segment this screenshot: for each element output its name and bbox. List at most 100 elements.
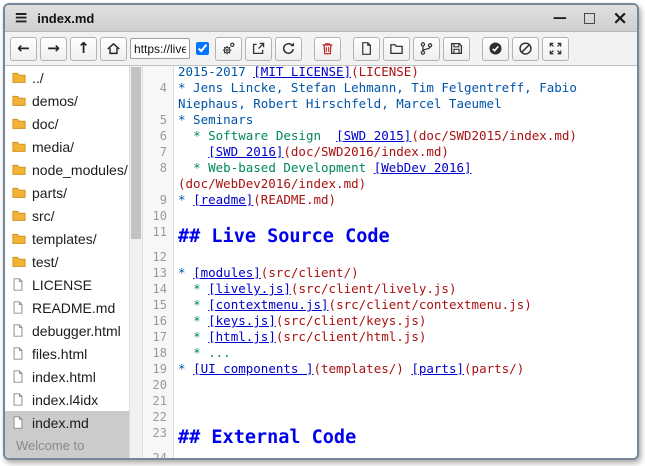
editor-line: 17 * [html.js](src/client/html.js) xyxy=(143,329,637,345)
code-line[interactable] xyxy=(174,208,637,224)
editor-line: 9* [readme](README.md) xyxy=(143,192,637,208)
titlebar[interactable]: ≡ index.md — □ × xyxy=(5,5,637,32)
line-number: 17 xyxy=(143,329,174,345)
url-input[interactable] xyxy=(130,38,190,59)
code-line[interactable]: * Seminars xyxy=(174,112,637,128)
file-name: node_modules/ xyxy=(32,162,128,178)
new-file-button[interactable] xyxy=(353,37,380,61)
delete-button[interactable] xyxy=(314,37,341,61)
line-number: 9 xyxy=(143,192,174,208)
line-number: 21 xyxy=(143,393,174,409)
autoload-checkbox[interactable] xyxy=(196,42,209,55)
back-icon: ← xyxy=(17,41,30,56)
line-number: 22 xyxy=(143,409,174,425)
code-line[interactable] xyxy=(174,450,637,458)
code-line[interactable]: * [lively.js](src/client/lively.js) xyxy=(174,281,637,297)
code-line[interactable] xyxy=(174,377,637,393)
file-name: index.md xyxy=(32,415,89,431)
file-list-item[interactable]: README.md xyxy=(5,296,129,319)
line-number: 11 xyxy=(143,224,174,249)
file-list-item[interactable]: parts/ xyxy=(5,181,129,204)
file-list-item[interactable]: files.html xyxy=(5,342,129,365)
code-line[interactable] xyxy=(174,249,637,265)
file-list-item[interactable]: LICENSE xyxy=(5,273,129,296)
home-button[interactable] xyxy=(100,37,127,61)
file-list-item[interactable]: node_modules/ xyxy=(5,158,129,181)
settings-button[interactable] xyxy=(215,37,242,61)
code-line[interactable] xyxy=(174,409,637,425)
code-line[interactable]: * Web-based Development [WebDev 2016](do… xyxy=(174,160,637,192)
file-list-item[interactable]: demos/ xyxy=(5,89,129,112)
file-name: demos/ xyxy=(32,93,78,109)
editor-line: 23## External Code xyxy=(143,425,637,450)
menu-icon[interactable]: ≡ xyxy=(14,10,28,27)
file-list-item[interactable]: debugger.html xyxy=(5,319,129,342)
code-line[interactable]: * [contextmenu.js](src/client/contextmen… xyxy=(174,297,637,313)
file-list-item[interactable]: test/ xyxy=(5,250,129,273)
line-number: 19 xyxy=(143,361,174,377)
editor-line: 18 * ... xyxy=(143,345,637,361)
code-line[interactable]: * [keys.js](src/client/keys.js) xyxy=(174,313,637,329)
code-line[interactable]: * Jens Lincke, Stefan Lehmann, Tim Felge… xyxy=(174,80,637,112)
code-line[interactable]: * ... xyxy=(174,345,637,361)
back-button[interactable]: ← xyxy=(10,37,37,61)
code-line[interactable]: * [html.js](src/client/html.js) xyxy=(174,329,637,345)
code-line[interactable]: * [modules](src/client/) xyxy=(174,265,637,281)
file-list-item[interactable]: index.md xyxy=(5,411,129,434)
code-line[interactable]: * [readme](README.md) xyxy=(174,192,637,208)
file-name: README.md xyxy=(32,300,115,316)
code-line[interactable]: 2015-2017 [MIT LICENSE](LICENSE) xyxy=(174,66,637,80)
folder-icon xyxy=(11,254,27,270)
close-icon[interactable]: × xyxy=(612,9,628,28)
new-directory-button[interactable] xyxy=(383,37,410,61)
scrollbar-thumb[interactable] xyxy=(131,67,141,239)
line-number: 12 xyxy=(143,249,174,265)
line-number xyxy=(143,66,174,80)
open-in-new-window-button[interactable] xyxy=(245,37,272,61)
file-list-item[interactable]: doc/ xyxy=(5,112,129,135)
markdown-editor[interactable]: 2015-2017 [MIT LICENSE](LICENSE)4* Jens … xyxy=(143,66,637,458)
block-icon xyxy=(518,41,533,56)
editor-line: 20 xyxy=(143,377,637,393)
file-list-item[interactable]: media/ xyxy=(5,135,129,158)
fullscreen-button[interactable] xyxy=(542,37,569,61)
code-line[interactable]: * Software Design [SWD 2015](doc/SWD2015… xyxy=(174,128,637,144)
file-list: ../ demos/doc/media/node_modules/parts/sr… xyxy=(5,66,129,458)
reload-button[interactable] xyxy=(275,37,302,61)
line-number: 18 xyxy=(143,345,174,361)
main-area: ../ demos/doc/media/node_modules/parts/sr… xyxy=(5,66,637,458)
expand-icon xyxy=(548,41,563,56)
file-icon xyxy=(11,346,27,362)
save-button[interactable] xyxy=(443,37,470,61)
cancel-button[interactable] xyxy=(512,37,539,61)
accept-button[interactable] xyxy=(482,37,509,61)
code-line[interactable]: ## External Code xyxy=(174,425,637,450)
window-title: index.md xyxy=(37,11,94,26)
folder-icon xyxy=(389,41,404,56)
code-line[interactable]: ## Live Source Code xyxy=(174,224,637,249)
sidebar-scrollbar[interactable] xyxy=(129,66,143,458)
file-list-item[interactable]: src/ xyxy=(5,204,129,227)
folder-icon xyxy=(11,93,27,109)
code-line[interactable]: [SWD 2016](doc/SWD2016/index.md) xyxy=(174,144,637,160)
maximize-icon[interactable]: □ xyxy=(583,11,596,25)
editor-line: 19* [UI components ](templates/) [parts]… xyxy=(143,361,637,377)
code-line[interactable] xyxy=(174,393,637,409)
minimize-icon[interactable]: — xyxy=(553,11,567,25)
file-list-item[interactable]: index.html xyxy=(5,365,129,388)
file-icon xyxy=(11,392,27,408)
file-list-item[interactable]: index.l4idx xyxy=(5,388,129,411)
editor-line: 21 xyxy=(143,393,637,409)
file-name: ../ xyxy=(32,70,44,86)
versions-button[interactable] xyxy=(413,37,440,61)
line-number: 15 xyxy=(143,297,174,313)
up-button[interactable]: ↑ xyxy=(70,37,97,61)
line-number: 24 xyxy=(143,450,174,458)
file-list-item[interactable]: ../ xyxy=(5,66,129,89)
forward-button[interactable]: → xyxy=(40,37,67,61)
editor-line: 10 xyxy=(143,208,637,224)
editor-lines: 2015-2017 [MIT LICENSE](LICENSE)4* Jens … xyxy=(143,66,637,458)
line-number: 14 xyxy=(143,281,174,297)
file-list-item[interactable]: templates/ xyxy=(5,227,129,250)
code-line[interactable]: * [UI components ](templates/) [parts](p… xyxy=(174,361,637,377)
